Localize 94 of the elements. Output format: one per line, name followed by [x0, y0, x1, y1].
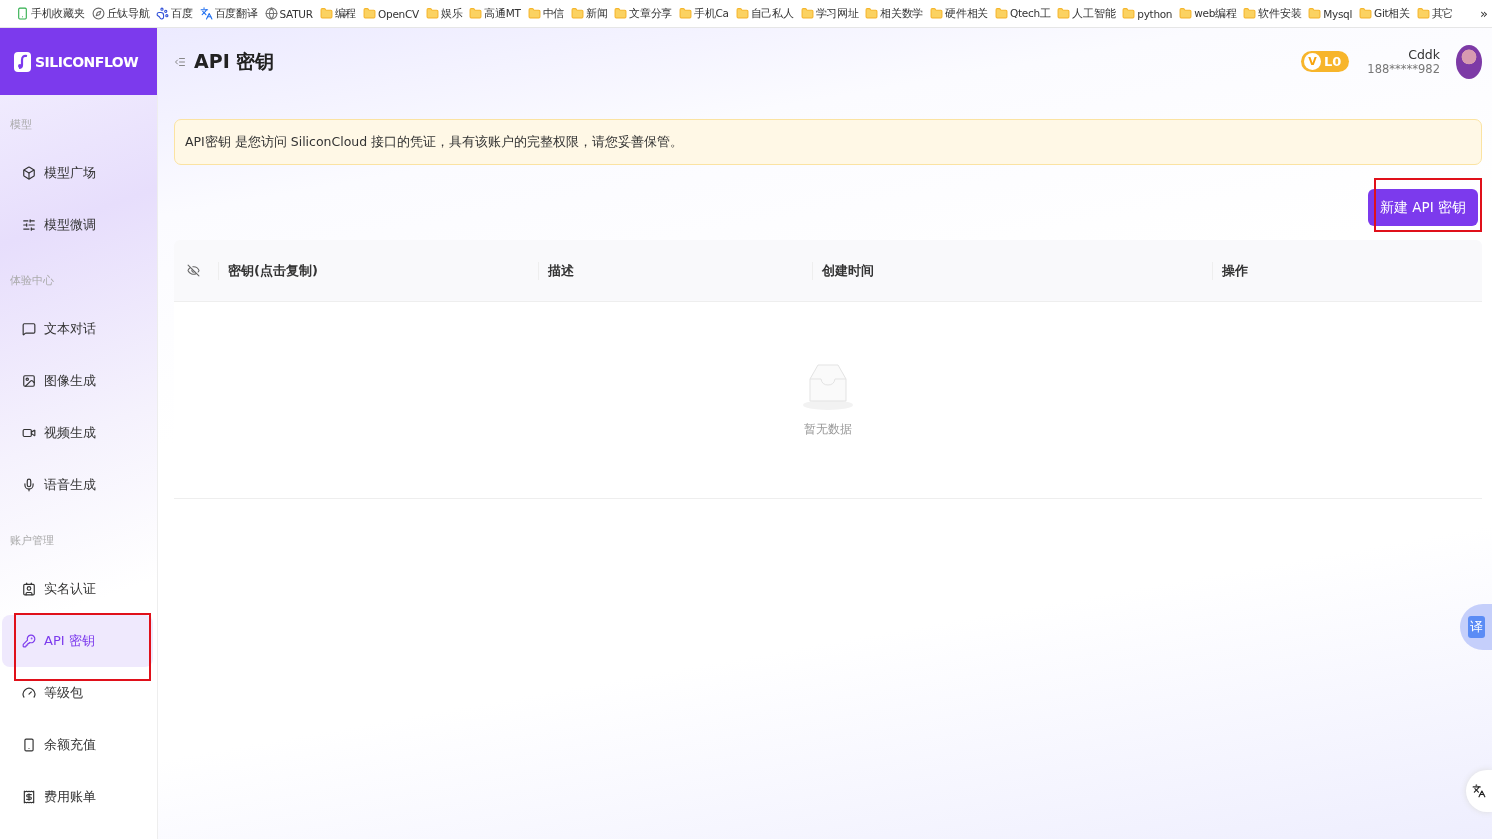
bookmark[interactable]: SATUR — [264, 7, 313, 20]
logo: SILICONFLOW — [0, 28, 157, 95]
bookmark[interactable]: 编程 — [319, 6, 357, 21]
level-badge: V L0 — [1301, 51, 1350, 72]
new-key-button[interactable]: 新建 API 密钥 — [1368, 189, 1478, 226]
camera-icon — [22, 426, 36, 440]
sliders-icon — [22, 218, 36, 232]
collapse-icon[interactable] — [174, 55, 186, 68]
nav-item[interactable]: 视频生成 — [2, 407, 153, 459]
folder-icon — [469, 7, 483, 20]
phone-icon — [16, 7, 29, 20]
bookmark[interactable]: 手机收藏夹 — [16, 6, 85, 21]
folder-icon — [865, 7, 879, 20]
notice-banner: API密钥 是您访问 SiliconCloud 接口的凭证，具有该账户的完整权限，请您妥善保管。 — [174, 119, 1482, 165]
folder-icon — [425, 7, 439, 20]
bookmark[interactable]: 手机Ca — [679, 6, 729, 21]
bookmark[interactable]: Mysql — [1308, 7, 1353, 20]
nav-item[interactable]: 模型广场 — [2, 147, 153, 199]
folder-icon — [679, 7, 693, 20]
bookmark[interactable]: Git相关 — [1359, 6, 1410, 21]
bookmark[interactable]: 百度 — [156, 6, 193, 21]
id-card-icon — [22, 582, 36, 596]
translate-icon — [1472, 784, 1486, 798]
avatar[interactable] — [1456, 44, 1482, 79]
hide-icon[interactable] — [187, 264, 200, 277]
user-name: Cddk — [1408, 47, 1440, 62]
bookmark[interactable]: 娱乐 — [425, 6, 463, 21]
user-phone: 188*****982 — [1367, 62, 1440, 76]
bookmark[interactable]: 文章分享 — [614, 6, 673, 21]
nav-item[interactable]: 文本对话 — [2, 303, 153, 355]
folder-icon — [1243, 7, 1257, 20]
paw-icon — [156, 7, 170, 20]
column-header: 创建时间 — [812, 261, 1212, 280]
folder-icon — [1416, 7, 1430, 20]
nav-item[interactable]: 余额充值 — [2, 719, 153, 771]
globe-icon — [264, 7, 278, 20]
section-title: 账户管理 — [9, 533, 55, 549]
bookmark[interactable]: OpenCV — [363, 7, 419, 20]
bookmark[interactable]: 中信 — [527, 6, 564, 21]
folder-icon — [1308, 7, 1322, 20]
cube-icon — [22, 166, 36, 180]
folder-icon — [930, 7, 944, 20]
phone-icon — [22, 738, 36, 752]
section-title: 体验中心 — [9, 273, 55, 289]
folder-icon — [800, 7, 814, 20]
bookmark[interactable]: python — [1122, 7, 1173, 20]
compass-icon — [91, 7, 105, 20]
bookmark[interactable]: 新闻 — [570, 6, 608, 21]
folder-icon — [1359, 7, 1373, 20]
gauge-icon — [22, 686, 36, 700]
microphone-icon — [22, 478, 36, 492]
image-icon — [22, 374, 36, 388]
bookmark[interactable]: 学习网址 — [800, 6, 859, 21]
section-title: 模型 — [9, 117, 33, 133]
folder-icon — [995, 7, 1008, 20]
column-header: 密钥(点击复制) — [218, 261, 538, 280]
folder-icon — [735, 7, 749, 20]
nav-item[interactable]: 费用账单 — [2, 771, 153, 823]
folder-icon — [1122, 7, 1136, 20]
folder-icon — [1057, 7, 1071, 20]
folder-icon — [363, 7, 377, 20]
folder-icon — [527, 7, 541, 20]
empty-text: 暂无数据 — [804, 420, 852, 438]
nav-item[interactable]: 模型微调 — [2, 199, 153, 251]
nav-item[interactable]: 实名认证 — [2, 563, 153, 615]
bookmark[interactable]: 自己私人 — [735, 6, 794, 21]
nav-item[interactable]: 图像生成 — [2, 355, 153, 407]
receipt-icon — [22, 790, 36, 804]
bookmark[interactable]: 人工智能 — [1057, 6, 1116, 21]
bookmark[interactable]: 其它 — [1416, 6, 1454, 21]
column-header: 操作 — [1212, 261, 1482, 280]
bookmark[interactable]: 百度翻译 — [199, 6, 258, 21]
bookmark[interactable]: Qtech工 — [995, 6, 1051, 21]
nav-item[interactable]: 等级包 — [2, 667, 153, 719]
bookmark[interactable]: 丘钛导航 — [91, 6, 150, 21]
bookmark[interactable]: web编程 — [1179, 6, 1237, 21]
chat-icon — [22, 322, 36, 336]
logo-icon — [16, 53, 29, 70]
column-header: 描述 — [538, 261, 812, 280]
translate-icon — [199, 7, 213, 20]
folder-icon — [319, 7, 333, 20]
key-icon — [22, 634, 36, 648]
empty-inbox-icon — [802, 362, 854, 411]
page-title: API 密钥 — [194, 48, 275, 74]
bookmark[interactable]: 软件安装 — [1243, 6, 1302, 21]
bookmark[interactable]: 相关数学 — [865, 6, 924, 21]
bookmark[interactable]: 硬件相关 — [930, 6, 988, 21]
bookmark[interactable]: 高通MT — [469, 6, 521, 21]
folder-icon — [614, 7, 628, 20]
nav-item[interactable]: API 密钥 — [2, 615, 153, 667]
folder-icon — [570, 7, 584, 20]
nav-item[interactable]: 语音生成 — [2, 459, 153, 511]
more-bookmarks[interactable]: » — [1480, 6, 1488, 21]
folder-icon — [1179, 7, 1193, 20]
